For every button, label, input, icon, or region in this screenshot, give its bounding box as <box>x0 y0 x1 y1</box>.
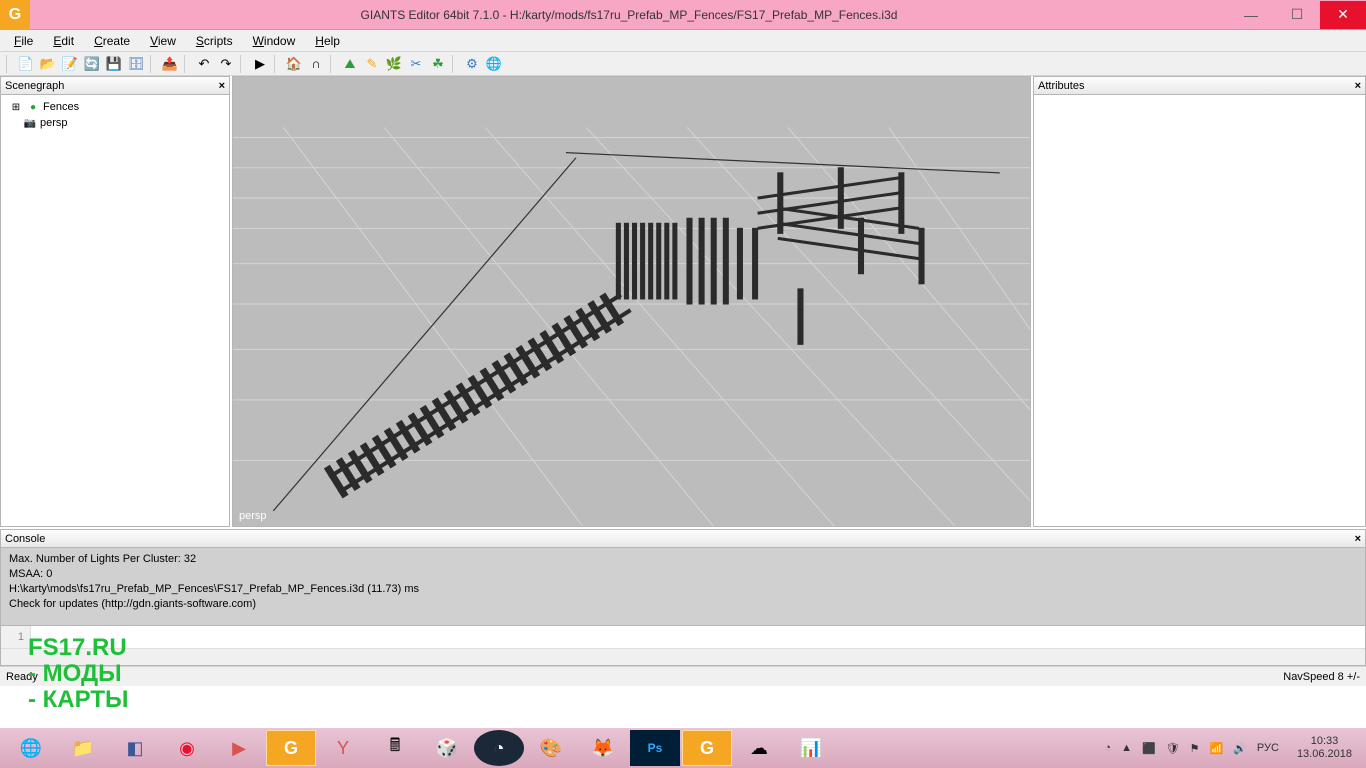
tool2-icon[interactable]: ☘ <box>428 54 448 74</box>
menu-edit[interactable]: Edit <box>45 32 82 50</box>
attributes-title: Attributes <box>1038 80 1084 92</box>
panel-close-icon[interactable]: × <box>219 80 225 92</box>
tool1-icon[interactable]: ✂ <box>406 54 426 74</box>
taskbar-giants2-icon[interactable]: G <box>682 730 732 766</box>
export-icon[interactable]: 📤 <box>160 54 180 74</box>
scenegraph-label: Fences <box>43 101 79 113</box>
tray-network-icon[interactable]: 📶 <box>1210 742 1224 755</box>
tray-up-icon[interactable]: ▲ <box>1121 742 1132 754</box>
camera-icon: 📷 <box>23 116 37 130</box>
save-icon[interactable]: 💾 <box>104 54 124 74</box>
menu-scripts[interactable]: Scripts <box>188 32 241 50</box>
tray-flag-icon[interactable]: ⚑ <box>1190 742 1200 755</box>
settings-icon[interactable]: ⚙ <box>462 54 482 74</box>
console-panel: Console × Max. Number of Lights Per Clus… <box>0 529 1366 666</box>
maximize-button[interactable]: ☐ <box>1274 1 1320 29</box>
taskbar-ie-icon[interactable]: 🌐 <box>6 730 56 766</box>
expand-icon[interactable]: ⊞ <box>9 100 23 114</box>
home-icon[interactable]: 🏠 <box>284 54 304 74</box>
menu-create[interactable]: Create <box>86 32 138 50</box>
tray-volume-icon[interactable]: 🔊 <box>1233 742 1247 755</box>
menu-view[interactable]: View <box>142 32 184 50</box>
console-line: H:\karty\mods\fs17ru_Prefab_MP_Fences\FS… <box>9 582 1357 597</box>
tray-nvidia-icon[interactable]: ⬛ <box>1142 742 1156 755</box>
play-icon[interactable]: ▶ <box>250 54 270 74</box>
viewport-3d[interactable]: persp <box>232 76 1031 527</box>
console-line: Check for updates (http://gdn.giants-sof… <box>9 597 1357 612</box>
scenegraph-item-persp[interactable]: 📷 persp <box>5 115 225 131</box>
taskbar-monitor-icon[interactable]: 📊 <box>786 730 836 766</box>
menu-bar: File Edit Create View Scripts Window Hel… <box>0 30 1366 52</box>
console-line: MSAA: 0 <box>9 567 1357 582</box>
minimize-button[interactable]: — <box>1228 1 1274 29</box>
brush-icon[interactable]: ✎ <box>362 54 382 74</box>
windows-taskbar: 🌐 📁 ◧ ◉ ▶ G Y 🖩 🎲 ◔ 🎨 🦊 Ps G ☁ 📊 ◔ ▲ ⬛ 🛡… <box>0 728 1366 768</box>
viewport-camera-label: persp <box>239 510 267 522</box>
console-line-number: 1 <box>1 626 31 648</box>
tray-lang[interactable]: РУС <box>1257 742 1279 754</box>
status-navspeed: NavSpeed 8 +/- <box>1283 671 1360 683</box>
foliage-icon[interactable]: 🌿 <box>384 54 404 74</box>
taskbar-yandex-icon[interactable]: Y <box>318 730 368 766</box>
save-all-icon[interactable]: 🗄 <box>126 54 146 74</box>
node-icon: ● <box>26 100 40 114</box>
scenegraph-panel: Scenegraph × ⊞ ● Fences 📷 persp <box>0 76 230 527</box>
taskbar-cloud-icon[interactable]: ☁ <box>734 730 784 766</box>
edit-icon[interactable]: 📝 <box>60 54 80 74</box>
scenegraph-label: persp <box>40 117 68 129</box>
tray-steam-icon[interactable]: ◔ <box>1104 742 1111 754</box>
tray-shield-icon[interactable]: 🛡 <box>1166 742 1180 755</box>
redo-icon[interactable]: ↷ <box>216 54 236 74</box>
terrain-icon[interactable]: ⛰ <box>340 54 360 74</box>
taskbar-app2-icon[interactable]: ◉ <box>162 730 212 766</box>
console-title: Console <box>5 533 45 545</box>
taskbar-calc-icon[interactable]: 🖩 <box>370 730 420 766</box>
panel-close-icon[interactable]: × <box>1355 533 1361 545</box>
tray-clock[interactable]: 10:33 13.06.2018 <box>1289 735 1360 761</box>
scenegraph-item-fences[interactable]: ⊞ ● Fences <box>5 99 225 115</box>
taskbar-media-icon[interactable]: ▶ <box>214 730 264 766</box>
console-output: Max. Number of Lights Per Cluster: 32 MS… <box>1 548 1365 626</box>
taskbar-photoshop-icon[interactable]: Ps <box>630 730 680 766</box>
watermark-overlay: FS17.RU - МОДЫ - КАРТЫ <box>28 635 129 713</box>
console-line: Max. Number of Lights Per Cluster: 32 <box>9 552 1357 567</box>
console-input-row: 1 <box>1 626 1365 648</box>
taskbar-firefox-icon[interactable]: 🦊 <box>578 730 628 766</box>
viewport-canvas <box>233 77 1030 527</box>
attributes-panel: Attributes × <box>1033 76 1366 527</box>
console-scrollbar[interactable] <box>1 648 1365 665</box>
taskbar-steam-icon[interactable]: ◔ <box>474 730 524 766</box>
taskbar-app1-icon[interactable]: ◧ <box>110 730 160 766</box>
menu-help[interactable]: Help <box>307 32 348 50</box>
new-file-icon[interactable]: 📄 <box>16 54 36 74</box>
taskbar-paint-icon[interactable]: 🎨 <box>526 730 576 766</box>
menu-file[interactable]: File <box>6 32 41 50</box>
taskbar-giants-icon[interactable]: G <box>266 730 316 766</box>
taskbar-cube-icon[interactable]: 🎲 <box>422 730 472 766</box>
window-titlebar: G GIANTS Editor 64bit 7.1.0 - H:/karty/m… <box>0 0 1366 30</box>
status-bar: Ready NavSpeed 8 +/- <box>0 666 1366 686</box>
refresh-icon[interactable]: 🔄 <box>82 54 102 74</box>
taskbar-explorer-icon[interactable]: 📁 <box>58 730 108 766</box>
console-input[interactable] <box>31 626 1365 648</box>
scenegraph-title: Scenegraph <box>5 80 64 92</box>
magnet-icon[interactable]: ∩ <box>306 54 326 74</box>
menu-window[interactable]: Window <box>245 32 304 50</box>
globe-icon[interactable]: 🌐 <box>484 54 504 74</box>
panel-close-icon[interactable]: × <box>1355 80 1361 92</box>
open-file-icon[interactable]: 📂 <box>38 54 58 74</box>
window-title: GIANTS Editor 64bit 7.1.0 - H:/karty/mod… <box>30 8 1228 22</box>
close-button[interactable]: ✕ <box>1320 1 1366 29</box>
undo-icon[interactable]: ↶ <box>194 54 214 74</box>
app-logo-icon: G <box>0 0 30 30</box>
toolbar: 📄 📂 📝 🔄 💾 🗄 📤 ↶ ↷ ▶ 🏠 ∩ ⛰ ✎ 🌿 ✂ ☘ ⚙ 🌐 <box>0 52 1366 76</box>
